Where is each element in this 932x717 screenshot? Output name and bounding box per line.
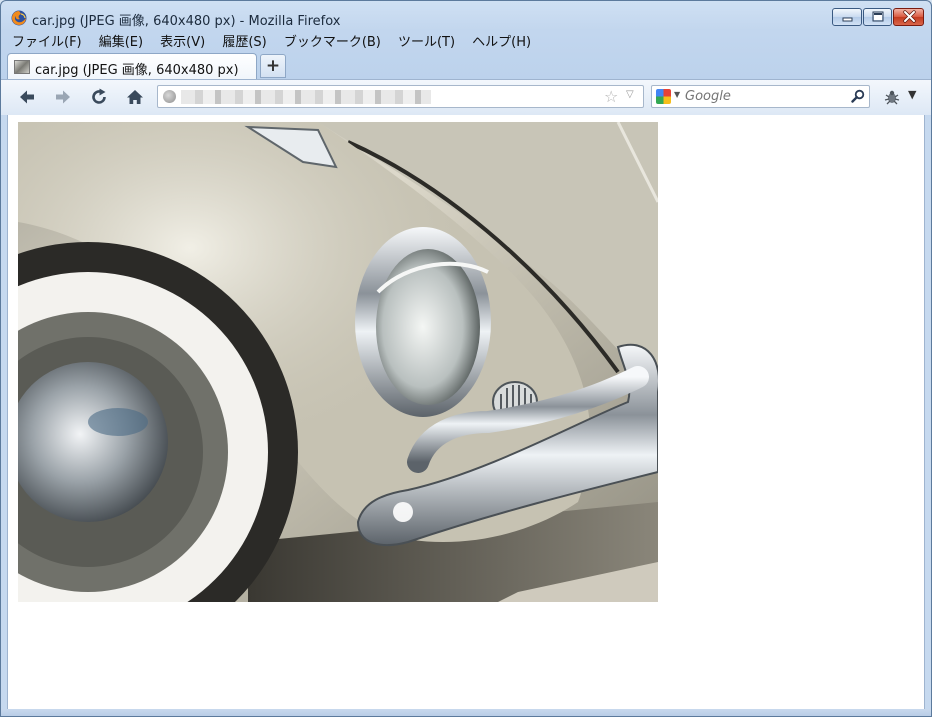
home-button[interactable]: [123, 85, 147, 109]
google-icon[interactable]: [656, 89, 671, 104]
menu-history[interactable]: 履歴(S): [217, 34, 271, 52]
menu-bar: ファイル(F) 編集(E) 表示(V) 履歴(S) ブックマーク(B) ツール(…: [7, 31, 538, 51]
close-button[interactable]: [893, 8, 924, 26]
tab-bar: car.jpg (JPEG 画像, 640x480 px) +: [1, 51, 931, 80]
menu-edit[interactable]: 編集(E): [94, 34, 148, 52]
url-text-redacted: [181, 90, 431, 104]
menu-help[interactable]: ヘルプ(H): [467, 34, 536, 52]
search-input[interactable]: [685, 88, 845, 105]
car-photo[interactable]: [18, 122, 658, 602]
browser-window: car.jpg (JPEG 画像, 640x480 px) - Mozilla …: [0, 0, 932, 717]
navigation-toolbar: ☆ ▽ ▼ ▼: [1, 79, 931, 115]
window-title: car.jpg (JPEG 画像, 640x480 px) - Mozilla …: [32, 14, 341, 29]
search-icon[interactable]: [851, 89, 865, 103]
search-bar[interactable]: ▼: [651, 85, 870, 108]
image-thumbnail-icon: [14, 60, 30, 74]
minimize-icon: [842, 17, 853, 22]
bookmark-star-icon[interactable]: ☆: [604, 87, 618, 106]
back-button[interactable]: [15, 85, 39, 109]
reload-button[interactable]: [87, 85, 111, 109]
maximize-icon: [872, 11, 884, 22]
engine-dropdown-icon[interactable]: ▼: [674, 90, 680, 99]
page-content: [7, 115, 925, 709]
url-bar[interactable]: ☆ ▽: [157, 85, 644, 108]
firefox-icon: [11, 10, 27, 26]
home-icon: [127, 90, 143, 104]
menu-view[interactable]: 表示(V): [155, 34, 210, 52]
site-identity-icon[interactable]: [163, 90, 176, 103]
menu-bookmarks[interactable]: ブックマーク(B): [279, 34, 386, 52]
menu-tools[interactable]: ツール(T): [393, 34, 460, 52]
reload-icon: [92, 88, 106, 104]
forward-button[interactable]: [51, 85, 75, 109]
addon-bug-icon[interactable]: [883, 89, 901, 105]
menu-file[interactable]: ファイル(F): [7, 34, 87, 52]
close-icon: [903, 10, 916, 23]
car-image: [18, 122, 658, 602]
url-history-dropdown-icon[interactable]: ▽: [626, 89, 634, 100]
toolbar-menu-dropdown-icon[interactable]: ▼: [908, 88, 916, 101]
tab-car-image[interactable]: car.jpg (JPEG 画像, 640x480 px): [7, 53, 257, 80]
title-bar[interactable]: car.jpg (JPEG 画像, 640x480 px) - Mozilla …: [1, 1, 931, 31]
new-tab-button[interactable]: +: [260, 54, 286, 78]
back-icon: [20, 90, 34, 104]
forward-icon: [56, 90, 70, 104]
window-bottom-frame: [1, 709, 931, 716]
minimize-button[interactable]: [832, 8, 862, 26]
tab-label: car.jpg (JPEG 画像, 640x480 px): [35, 63, 239, 78]
maximize-button[interactable]: [863, 8, 892, 26]
